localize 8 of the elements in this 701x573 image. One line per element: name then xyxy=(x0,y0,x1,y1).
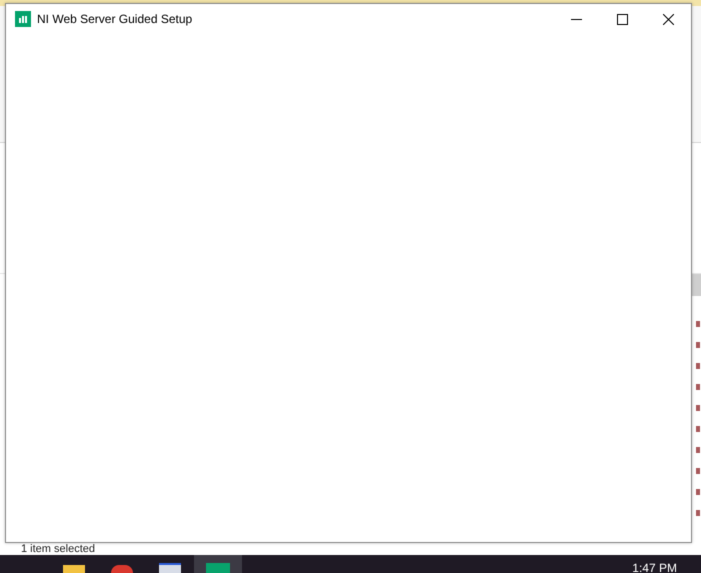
status-text: 1 item selected xyxy=(21,543,95,555)
window-title: NI Web Server Guided Setup xyxy=(37,12,192,26)
folder-icon xyxy=(63,565,85,573)
maximize-icon xyxy=(616,14,628,24)
clock-time: 1:47 PM xyxy=(632,561,677,573)
app-logo-icon xyxy=(15,11,31,27)
window-icon xyxy=(159,563,181,573)
close-icon xyxy=(662,14,674,24)
